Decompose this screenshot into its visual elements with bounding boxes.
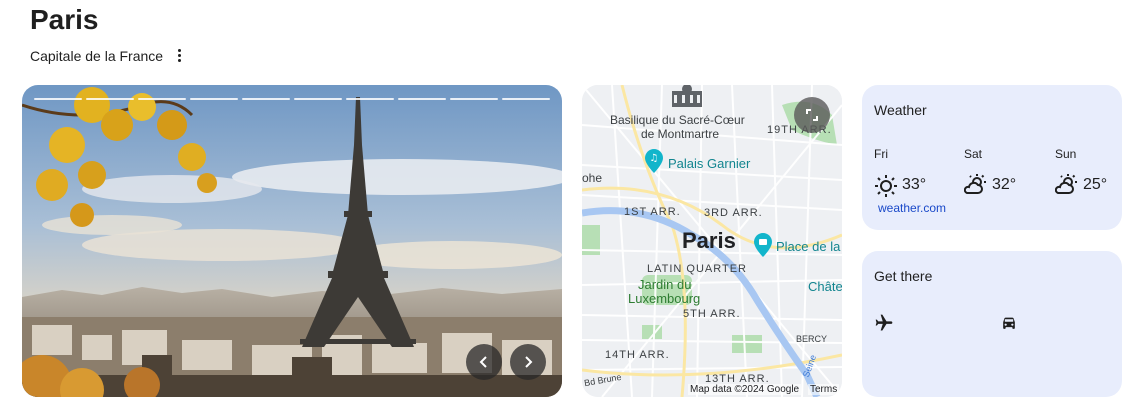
weather-temp-sat: 32° xyxy=(964,173,1016,197)
fullscreen-icon xyxy=(806,109,818,121)
partly-cloudy-icon xyxy=(964,174,986,194)
chevron-right-icon xyxy=(525,356,533,368)
page-title: Paris xyxy=(30,4,99,35)
flights-button[interactable] xyxy=(874,313,894,333)
map-label-14th: 14TH ARR. xyxy=(605,349,670,361)
sunny-icon xyxy=(875,175,897,197)
weather-card[interactable]: Weather Fri 33° Sat 32° Sun 25° weather.… xyxy=(862,85,1122,230)
weather-title: Weather xyxy=(874,102,927,118)
car-icon xyxy=(1003,317,1015,329)
map-label-montmartre: de Montmartre xyxy=(641,127,720,141)
driving-button[interactable] xyxy=(999,313,1019,333)
weather-source-link[interactable]: weather.com xyxy=(878,201,946,215)
weather-temp-fri: 33° xyxy=(874,173,926,197)
airplane-icon xyxy=(875,314,893,331)
partly-cloudy-icon xyxy=(1055,174,1077,194)
map-attribution: Map data ©2024 Google xyxy=(688,384,802,395)
map-label-1st: 1ST ARR. xyxy=(624,206,681,218)
photo-carousel[interactable] xyxy=(22,85,562,397)
map-label-chate[interactable]: Châte xyxy=(808,279,842,294)
svg-text:♫: ♫ xyxy=(650,153,659,164)
carousel-next-button[interactable] xyxy=(510,344,546,380)
weather-day-sat: Sat xyxy=(964,147,983,161)
map-label-basilique: Basilique du Sacré-Cœur xyxy=(610,113,745,127)
chevron-left-icon xyxy=(479,356,487,368)
map-label-jardin: Jardin du xyxy=(638,277,692,292)
map-label-palais-garnier[interactable]: Palais Garnier xyxy=(668,156,750,171)
map-label-3rd: 3RD ARR. xyxy=(704,207,763,219)
map-label-5th: 5TH ARR. xyxy=(683,308,741,320)
map-label-bercy: BERCY xyxy=(796,334,828,344)
map-label-paris: Paris xyxy=(682,228,736,253)
map-label-luxembourg: Luxembourg xyxy=(628,291,701,306)
map-expand-button[interactable] xyxy=(794,97,830,133)
more-vert-icon[interactable] xyxy=(172,46,186,64)
carousel-prev-button[interactable] xyxy=(466,344,502,380)
map-card[interactable]: ♫ Basilique du Sacré-Cœur de Montmartre … xyxy=(582,85,842,397)
map-label-ohe: ohe xyxy=(582,171,603,185)
weather-day-fri: Fri xyxy=(874,147,888,161)
page-subtitle: Capitale de la France xyxy=(30,48,164,64)
map-label-place[interactable]: Place de la xyxy=(776,239,840,254)
map-terms-link[interactable]: Terms xyxy=(808,384,840,395)
weather-day-sun: Sun xyxy=(1055,147,1077,161)
map-label-latin-quarter: LATIN QUARTER xyxy=(647,263,747,275)
weather-temp-sun: 25° xyxy=(1055,173,1107,197)
get-there-title: Get there xyxy=(874,268,933,284)
carousel-progress xyxy=(34,98,550,101)
get-there-card[interactable]: Get there xyxy=(862,251,1122,397)
